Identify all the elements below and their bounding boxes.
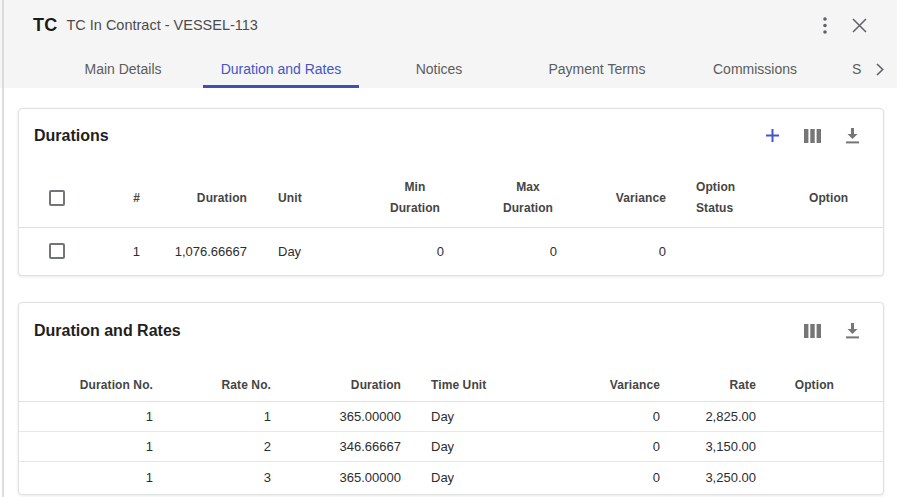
tab-payment-terms[interactable]: Payment Terms <box>518 50 676 88</box>
select-all-checkbox[interactable] <box>49 190 65 206</box>
col-option-status: Option Status <box>696 177 754 219</box>
durations-card: Durations # <box>18 108 884 276</box>
close-icon[interactable] <box>852 18 867 33</box>
dialog-header: TC TC In Contract - VESSEL-113 <box>0 0 897 50</box>
col-duration-no: Duration No. <box>19 370 157 401</box>
duration-rates-title: Duration and Rates <box>34 322 181 340</box>
tab-duration-and-rates[interactable]: Duration and Rates <box>202 50 360 88</box>
col-max-duration: Max Duration <box>499 177 557 219</box>
durations-table: # Duration Unit Min Duration Max Duratio… <box>19 170 883 275</box>
tab-bar: Main Details Duration and Rates Notices … <box>0 50 897 88</box>
col-option: Option <box>809 170 883 227</box>
duration-rates-table: Duration No. Rate No. Duration Time Unit… <box>19 370 883 494</box>
dialog-left-edge <box>2 0 4 497</box>
col-option: Option <box>760 370 883 401</box>
add-row-icon[interactable] <box>763 127 781 145</box>
col-unit: Unit <box>251 170 351 227</box>
col-duration: Duration <box>275 370 405 401</box>
col-rate: Rate <box>664 370 760 401</box>
durations-title: Durations <box>34 127 109 145</box>
col-rate-no: Rate No. <box>157 370 275 401</box>
columns-icon[interactable] <box>803 127 821 145</box>
dialog-body: Durations # <box>0 88 897 495</box>
tab-notices[interactable]: Notices <box>360 50 518 88</box>
rate-row[interactable]: 1 2 346.66667 Day 0 3,150.00 <box>19 431 883 461</box>
col-variance: Variance <box>561 170 670 227</box>
col-variance: Variance <box>579 370 664 401</box>
tab-commissions[interactable]: Commissions <box>676 50 834 88</box>
duration-rates-card: Duration and Rates Duration No. Rate No. <box>18 302 884 495</box>
download-icon[interactable] <box>843 322 861 340</box>
tab-scroll-right-button[interactable] <box>862 50 897 88</box>
col-time-unit: Time Unit <box>405 370 579 401</box>
kebab-menu-icon[interactable] <box>823 17 827 34</box>
col-min-duration: Min Duration <box>386 177 444 219</box>
rate-row[interactable]: 1 1 365.00000 Day 0 2,825.00 <box>19 401 883 431</box>
col-num: # <box>81 170 144 227</box>
rate-row[interactable]: 1 3 365.00000 Day 0 3,250.00 <box>19 461 883 494</box>
duration-rates-header-row: Duration No. Rate No. Duration Time Unit… <box>19 370 883 401</box>
columns-icon[interactable] <box>803 322 821 340</box>
row-checkbox[interactable] <box>49 243 65 259</box>
tab-main-details[interactable]: Main Details <box>44 50 202 88</box>
durations-header-row: # Duration Unit Min Duration Max Duratio… <box>19 170 883 227</box>
col-duration: Duration <box>144 170 251 227</box>
durations-row[interactable]: 1 1,076.66667 Day 0 0 0 <box>19 227 883 275</box>
app-logo: TC <box>33 15 57 36</box>
dialog-title: TC In Contract - VESSEL-113 <box>66 17 258 33</box>
download-icon[interactable] <box>843 127 861 145</box>
